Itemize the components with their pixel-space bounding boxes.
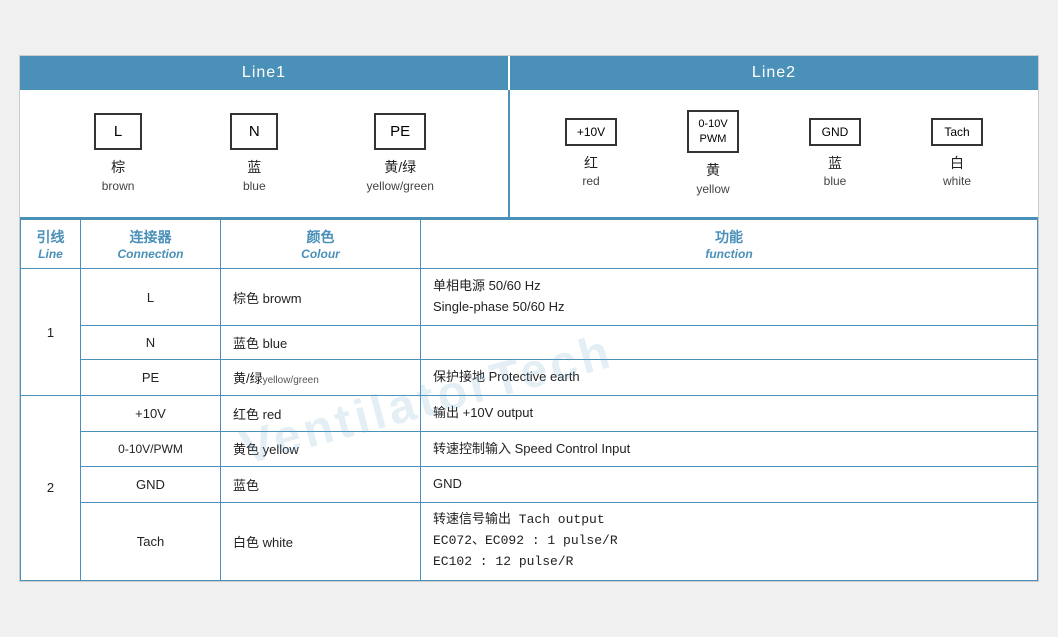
th-function: 功能 function bbox=[421, 220, 1038, 269]
func-N bbox=[421, 326, 1038, 360]
header-row: Line1 Line2 bbox=[20, 56, 1038, 90]
conn-10v: +10V bbox=[81, 395, 221, 431]
connector-zh-L: 棕 bbox=[111, 158, 125, 178]
connector-PE: PE 黄/绿 yellow/green bbox=[367, 113, 434, 194]
connector-en-pwm: yellow bbox=[696, 181, 729, 198]
colour-pwm: 黄色 yellow bbox=[221, 431, 421, 467]
header-line1: Line1 bbox=[20, 56, 510, 90]
func-PE: 保护接地 Protective earth bbox=[421, 360, 1038, 396]
connector-Tach: Tach 白 white bbox=[931, 118, 983, 190]
connector-en-GND: blue bbox=[824, 173, 847, 190]
conn-gnd: GND bbox=[81, 467, 221, 503]
th-line: 引线 Line bbox=[21, 220, 81, 269]
connector-zh-pwm: 黄 bbox=[706, 161, 720, 181]
table-row: GND 蓝色 GND bbox=[21, 467, 1038, 503]
connector-zh-Tach: 白 bbox=[950, 154, 964, 174]
connector-en-10v: red bbox=[582, 173, 599, 190]
colour-L: 棕色 browm bbox=[221, 269, 421, 326]
th-colour: 颜色 Colour bbox=[221, 220, 421, 269]
conn-N: N bbox=[81, 326, 221, 360]
diagram-row: L 棕 brown N 蓝 blue PE 黄/绿 yellow/gree bbox=[20, 90, 1038, 219]
colour-PE: 黄/绿yellow/green bbox=[221, 360, 421, 396]
table-row: N 蓝色 blue bbox=[21, 326, 1038, 360]
connector-N: N 蓝 blue bbox=[230, 113, 278, 194]
connector-en-N: blue bbox=[243, 178, 266, 195]
connector-box-pwm: 0-10VPWM bbox=[687, 110, 739, 153]
connector-box-PE: PE bbox=[374, 113, 426, 150]
table-row: 0-10V/PWM 黄色 yellow 转速控制输入 Speed Control… bbox=[21, 431, 1038, 467]
func-pwm: 转速控制输入 Speed Control Input bbox=[421, 431, 1038, 467]
connector-box-N: N bbox=[230, 113, 278, 150]
colour-tach: 白色 white bbox=[221, 503, 421, 580]
conn-PE: PE bbox=[81, 360, 221, 396]
connector-zh-PE: 黄/绿 bbox=[384, 158, 416, 178]
diagram-line1: L 棕 brown N 蓝 blue PE 黄/绿 yellow/gree bbox=[20, 90, 510, 217]
table-header-row: 引线 Line 连接器 Connection 颜色 Colour 功能 func… bbox=[21, 220, 1038, 269]
colour-N: 蓝色 blue bbox=[221, 326, 421, 360]
data-table: 引线 Line 连接器 Connection 颜色 Colour 功能 func… bbox=[20, 219, 1038, 580]
func-tach: 转速信号输出 Tach output EC072、EC092 : 1 pulse… bbox=[421, 503, 1038, 580]
connector-box-10v: +10V bbox=[565, 118, 617, 146]
diagram-line2: +10V 红 red 0-10VPWM 黄 yellow GND 蓝 bl bbox=[510, 90, 1038, 217]
header-line2: Line2 bbox=[510, 56, 1038, 90]
table-wrapper: VentilatorTech 引线 Line 连接器 Connection 颜色… bbox=[20, 219, 1038, 580]
colour-gnd: 蓝色 bbox=[221, 467, 421, 503]
connector-en-L: brown bbox=[102, 178, 135, 195]
connector-box-GND: GND bbox=[809, 118, 861, 146]
line-num-1: 1 bbox=[21, 269, 81, 395]
func-L: 单相电源 50/60 Hz Single-phase 50/60 Hz bbox=[421, 269, 1038, 326]
connector-zh-N: 蓝 bbox=[247, 158, 261, 178]
conn-tach: Tach bbox=[81, 503, 221, 580]
table-row: 1 L 棕色 browm 单相电源 50/60 Hz Single-phase … bbox=[21, 269, 1038, 326]
conn-pwm: 0-10V/PWM bbox=[81, 431, 221, 467]
th-connection: 连接器 Connection bbox=[81, 220, 221, 269]
connector-en-Tach: white bbox=[943, 173, 971, 190]
line-num-2: 2 bbox=[21, 395, 81, 580]
connector-L: L 棕 brown bbox=[94, 113, 142, 194]
colour-10v: 红色 red bbox=[221, 395, 421, 431]
table-row: 2 +10V 红色 red 输出 +10V output bbox=[21, 395, 1038, 431]
connector-box-Tach: Tach bbox=[931, 118, 983, 146]
connector-en-PE: yellow/green bbox=[367, 178, 434, 195]
connector-pwm: 0-10VPWM 黄 yellow bbox=[687, 110, 739, 197]
connector-zh-10v: 红 bbox=[584, 154, 598, 174]
func-gnd: GND bbox=[421, 467, 1038, 503]
table-row: PE 黄/绿yellow/green 保护接地 Protective earth bbox=[21, 360, 1038, 396]
conn-L: L bbox=[81, 269, 221, 326]
func-10v: 输出 +10V output bbox=[421, 395, 1038, 431]
table-row: Tach 白色 white 转速信号输出 Tach output EC072、E… bbox=[21, 503, 1038, 580]
main-container: Line1 Line2 L 棕 brown N 蓝 blue bbox=[19, 55, 1039, 581]
connector-10v: +10V 红 red bbox=[565, 118, 617, 190]
connector-zh-GND: 蓝 bbox=[828, 154, 842, 174]
connector-box-L: L bbox=[94, 113, 142, 150]
connector-GND: GND 蓝 blue bbox=[809, 118, 861, 190]
